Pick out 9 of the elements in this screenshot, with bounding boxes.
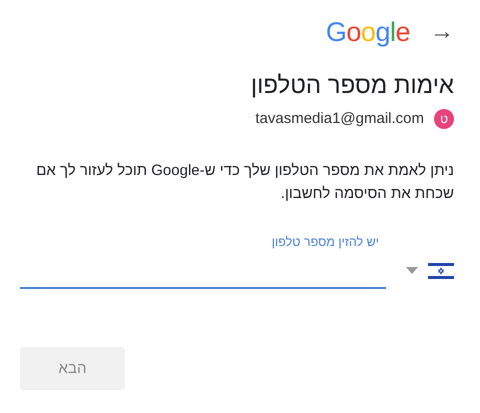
description: ניתן לאמת את מספר הטלפון שלך כדי ש-Google תוכל לעזור לך אם שכחת את הסיסמה לחשבון. (35, 160, 454, 204)
caret-icon[interactable] (406, 267, 418, 274)
avatar: ט (434, 108, 454, 129)
page-title: אימות מספר הטלפון (250, 72, 454, 101)
next-arrow[interactable]: → (430, 20, 454, 44)
logo: Google (326, 18, 410, 46)
field-label: יש להזין מספר טלפון (270, 234, 379, 249)
account-email: tavasmedia1@gmail.com (255, 110, 424, 128)
flag-icon[interactable] (428, 262, 454, 280)
